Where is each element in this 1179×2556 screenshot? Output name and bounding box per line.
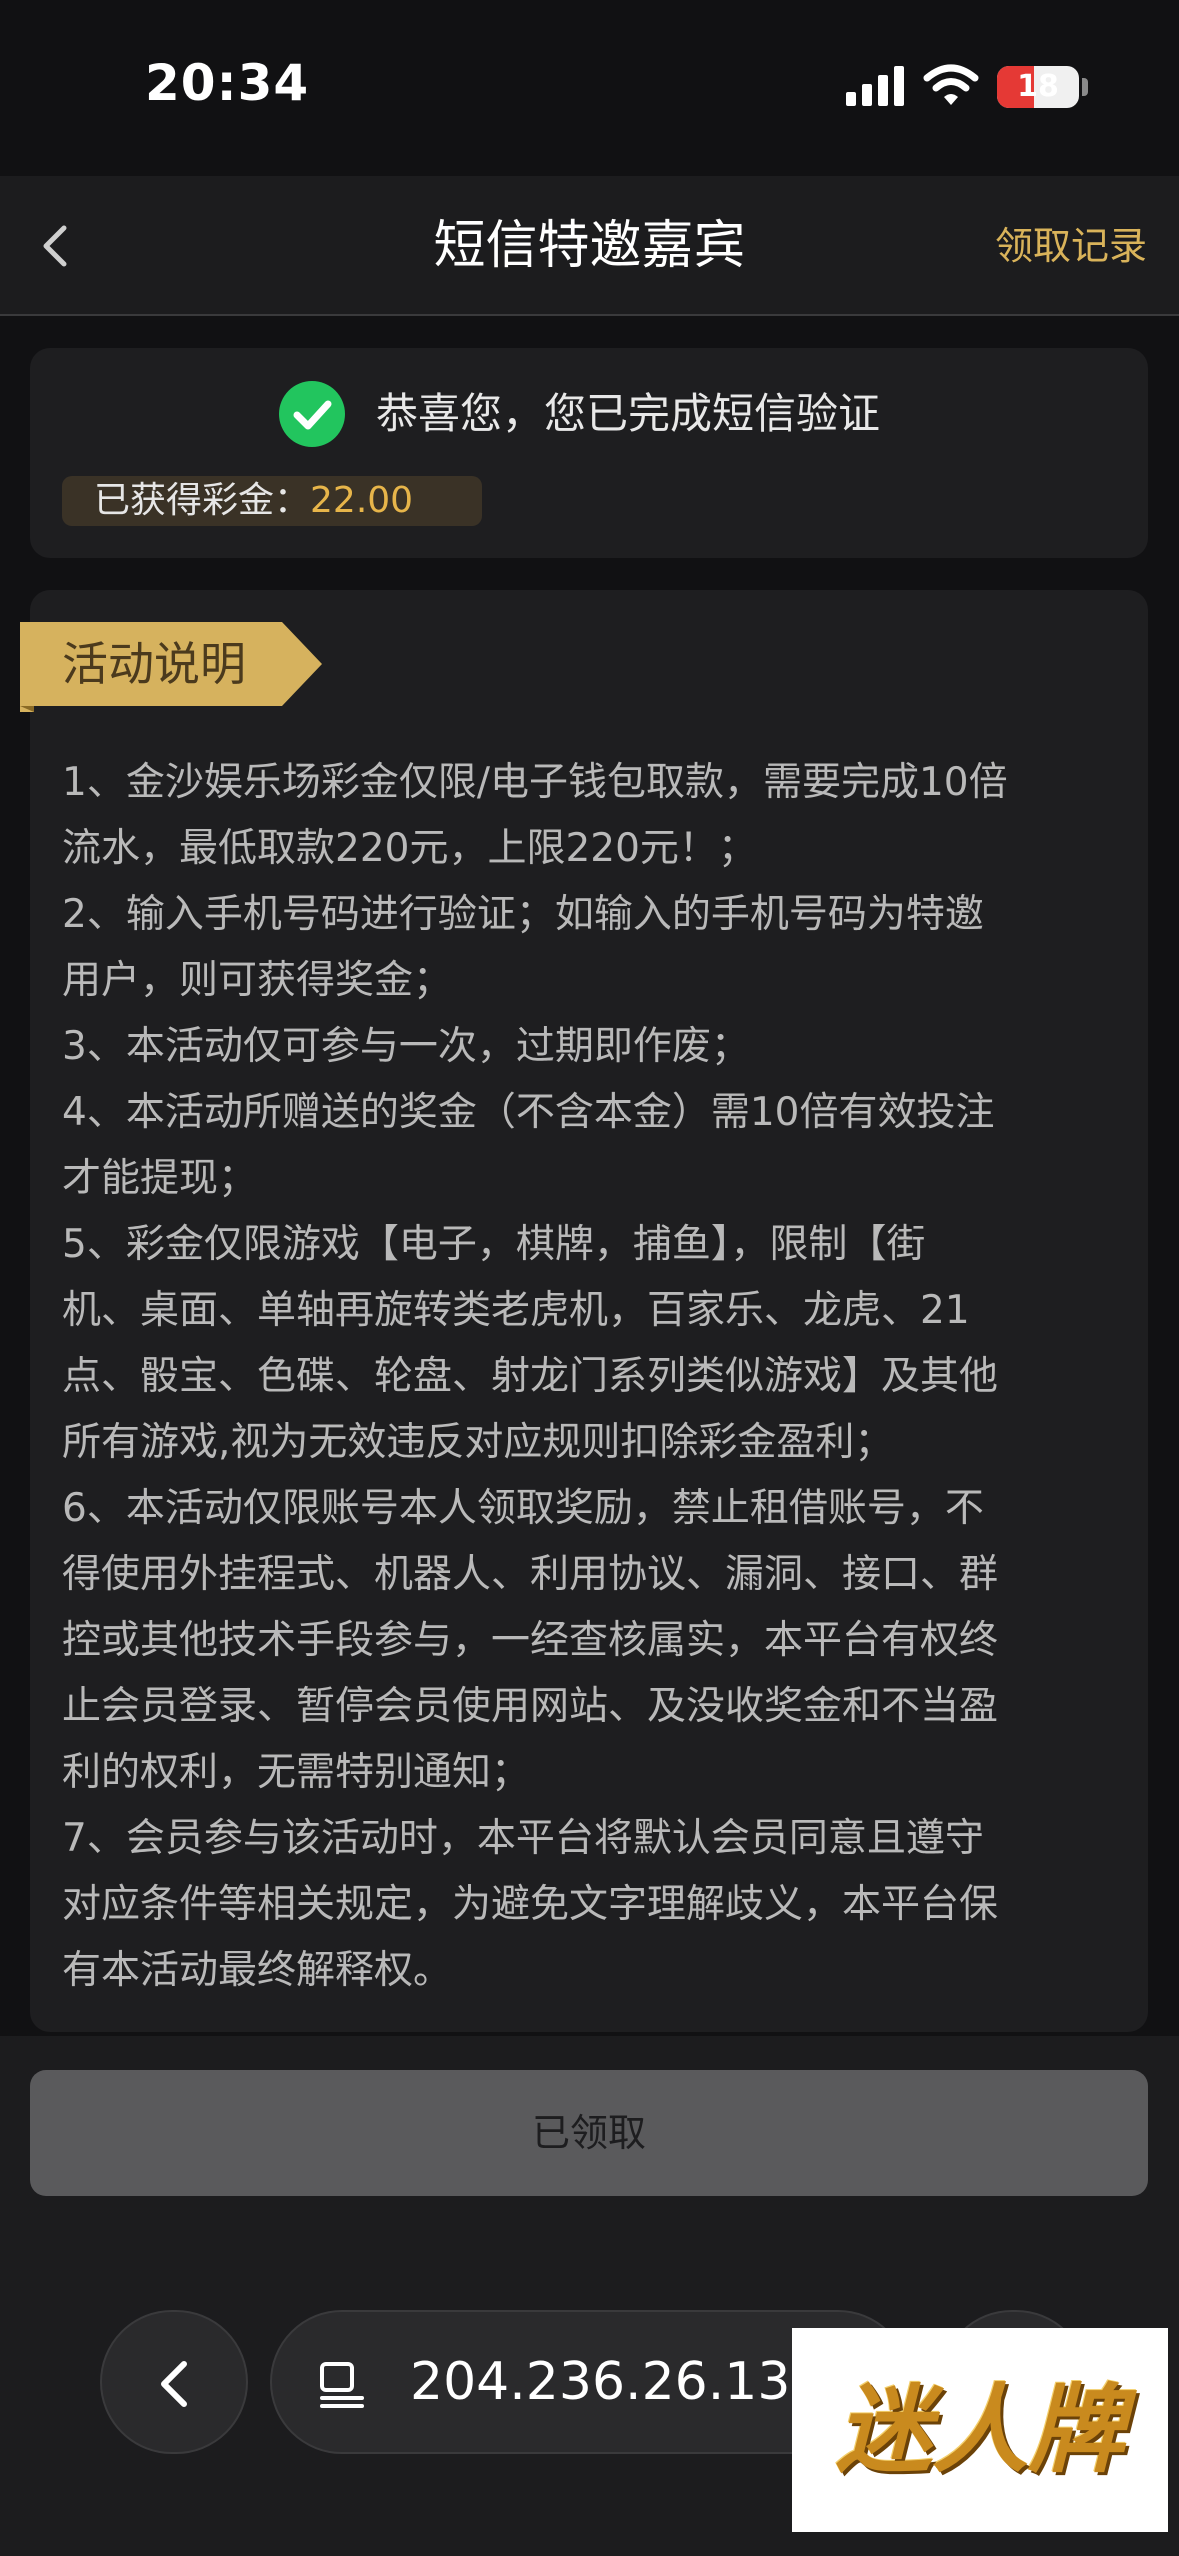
rule-line: 2、输入手机号码进行验证；如输入的手机号码为特邀 [62,892,984,937]
page-menu-icon[interactable] [318,2358,370,2410]
browser-back-button[interactable] [100,2310,248,2454]
rule-line: 止会员登录、暂停会员使用网站、及没收奖金和不当盈 [62,1684,999,1729]
rule-line: 6、本活动仅限账号本人领取奖励，禁止租借账号，不 [62,1486,984,1531]
watermark-logo: 迷人牌 [792,2328,1168,2532]
rule-line: 3、本活动仅可参与一次，过期即作废； [62,1024,750,1069]
rule-line: 利的权利，无需特别通知； [62,1750,531,1795]
rule-line: 5、彩金仅限游戏【电子，棋牌，捕鱼】，限制【街 [62,1222,926,1267]
nav-header: 短信特邀嘉宾 领取记录 [0,176,1179,316]
url-text: 204.236.26.134 [410,2352,824,2412]
status-bar: 20:34 18 [0,0,1179,176]
rule-line: 用户，则可获得奖金； [62,958,453,1003]
back-chevron-icon[interactable] [26,216,86,276]
rule-line: 所有游戏,视为无效违反对应规则扣除彩金盈利； [62,1420,894,1465]
rule-line: 7、会员参与该活动时，本平台将默认会员同意且遵守 [62,1816,984,1861]
rule-line: 4、本活动所赠送的奖金（不含本金）需10倍有效投注 [62,1090,995,1135]
claimed-button[interactable]: 已领取 [30,2070,1148,2196]
rules-text: 1、金沙娱乐场彩金仅限/电子钱包取款，需要完成10倍 流水，最低取款220元，上… [62,750,1118,2004]
bonus-label: 已获得彩金： [94,480,311,521]
rule-line: 点、骰宝、色碟、轮盘、射龙门系列类似游戏】及其他 [62,1354,999,1399]
bonus-value: 22.00 [310,480,414,521]
battery-icon: 18 [997,66,1079,108]
signal-icon [846,66,904,106]
rule-line: 得使用外挂程式、机器人、利用协议、漏洞、接口、群 [62,1552,999,1597]
rule-line: 控或其他技术手段参与，一经查核属实，本平台有权终 [62,1618,999,1663]
check-circle-icon [279,381,345,447]
rule-line: 流水，最低取款220元，上限220元！； [62,826,757,871]
verification-success-card: 恭喜您，您已完成短信验证 已获得彩金：22.00 [30,348,1148,558]
bonus-badge: 已获得彩金：22.00 [62,476,482,526]
battery-nub [1082,78,1088,96]
claim-record-link[interactable]: 领取记录 [995,176,1147,316]
rules-tag-label: 活动说明 [62,637,246,691]
battery-level: 18 [1017,69,1059,104]
rule-line: 1、金沙娱乐场彩金仅限/电子钱包取款，需要完成10倍 [62,760,1008,805]
success-message: 恭喜您，您已完成短信验证 [376,389,881,438]
rule-line: 机、桌面、单轴再旋转类老虎机，百家乐、龙虎、21 [62,1288,970,1333]
chevron-left-icon [161,2361,187,2407]
rule-line: 才能提现； [62,1156,258,1201]
rule-line: 对应条件等相关规定，为避免文字理解歧义，本平台保 [62,1882,999,1927]
wifi-icon [923,64,979,105]
rule-line: 有本活动最终解释权。 [62,1948,453,1993]
status-time: 20:34 [145,54,310,112]
watermark-text: 迷人牌 [836,2373,1124,2486]
